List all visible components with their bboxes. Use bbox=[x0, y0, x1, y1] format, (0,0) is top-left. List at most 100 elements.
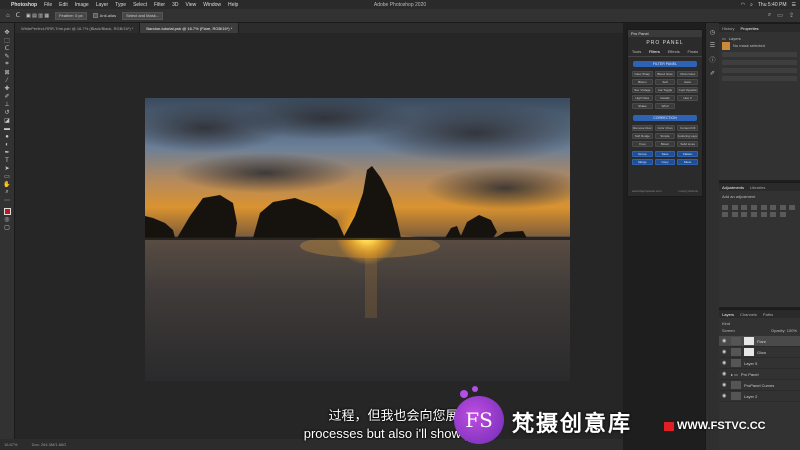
invert-icon[interactable] bbox=[741, 212, 748, 217]
layer-mask-thumb[interactable] bbox=[744, 337, 754, 345]
tab-document-2[interactable]: Bandon-tutorial.psb @ 16.7% (Flare, RGB/… bbox=[140, 23, 240, 33]
feather-field[interactable]: Feather: 0 px bbox=[55, 11, 87, 20]
wifi-icon[interactable]: ◠ bbox=[741, 2, 745, 8]
hand-tool-icon[interactable]: ✋ bbox=[2, 181, 12, 188]
exposure-icon[interactable] bbox=[750, 205, 757, 210]
tab-channels[interactable]: Channels bbox=[740, 312, 757, 317]
tab-properties[interactable]: Properties bbox=[740, 26, 758, 31]
blur-tool-icon[interactable]: ● bbox=[2, 133, 12, 140]
history-brush-icon[interactable]: ↺ bbox=[2, 109, 12, 116]
lasso-tool-icon-2[interactable]: ᑕ bbox=[2, 45, 12, 52]
pp-btn-remove-dust[interactable]: Remove Dust bbox=[632, 125, 653, 131]
menu-window[interactable]: Window bbox=[203, 2, 221, 8]
visibility-eye-icon[interactable]: ◉ bbox=[722, 338, 728, 344]
lasso-tool-icon[interactable]: ᑕ bbox=[16, 12, 20, 19]
menu-3d[interactable]: 3D bbox=[172, 2, 178, 8]
properties-field-1[interactable] bbox=[722, 52, 797, 57]
tab-adjustments[interactable]: Adjustments bbox=[722, 185, 744, 190]
menu-list-icon[interactable]: ☰ bbox=[792, 2, 796, 8]
pp-tab-tools[interactable]: Tools bbox=[632, 49, 641, 54]
tab-paths[interactable]: Paths bbox=[763, 312, 773, 317]
photo-filter-icon[interactable] bbox=[722, 212, 728, 217]
layer-row[interactable]: ◉ Glow bbox=[719, 347, 800, 358]
pp-btn-details[interactable]: Details bbox=[654, 95, 676, 101]
visibility-eye-icon[interactable]: ◉ bbox=[722, 360, 728, 366]
path-select-icon[interactable]: ➤ bbox=[2, 165, 12, 172]
pp-footer-right[interactable]: Luxury Actions bbox=[678, 189, 698, 193]
tab-libraries[interactable]: Libraries bbox=[750, 185, 765, 190]
marquee-tool-icon[interactable]: ⬚ bbox=[2, 37, 12, 44]
anti-alias-checkbox[interactable]: Anti-alias bbox=[92, 13, 116, 18]
tab-document-1[interactable]: WhitePerfect-RRR-Trim.psb @ 16.7% (Black… bbox=[15, 23, 141, 33]
pp-btn-save[interactable]: Save bbox=[654, 151, 676, 157]
type-tool-icon[interactable]: T bbox=[2, 157, 12, 164]
brush-tool-icon[interactable]: ✐ bbox=[2, 93, 12, 100]
color-balance-icon[interactable] bbox=[779, 205, 786, 210]
pp-btn-flatten[interactable]: Flatten bbox=[677, 151, 698, 157]
menu-view[interactable]: View bbox=[186, 2, 197, 8]
visibility-eye-icon[interactable]: ◉ bbox=[722, 349, 728, 355]
levels-icon[interactable] bbox=[731, 205, 738, 210]
layer-mask-thumb[interactable] bbox=[744, 348, 754, 356]
posterize-icon[interactable] bbox=[750, 212, 757, 217]
selective-color-icon[interactable] bbox=[779, 212, 786, 217]
share-icon[interactable]: ⇪ bbox=[789, 12, 794, 19]
brightness-icon[interactable] bbox=[722, 205, 728, 210]
menu-select[interactable]: Select bbox=[133, 2, 147, 8]
properties-field-2[interactable] bbox=[722, 60, 797, 65]
pp-btn-copy[interactable]: Copy bbox=[654, 159, 676, 165]
menu-file[interactable]: File bbox=[44, 2, 52, 8]
eraser-tool-icon[interactable]: ◪ bbox=[2, 117, 12, 124]
shape-tool-icon[interactable]: ▭ bbox=[2, 173, 12, 180]
threshold-icon[interactable] bbox=[760, 212, 767, 217]
pp-btn-shake[interactable]: Shake bbox=[632, 103, 653, 109]
pp-btn-high-pass[interactable]: High Pass bbox=[632, 95, 653, 101]
pp-btn-color-chan[interactable]: Color Chan bbox=[654, 125, 676, 131]
pp-btn-freq[interactable]: Freq bbox=[632, 141, 653, 147]
menu-image[interactable]: Image bbox=[75, 2, 89, 8]
pp-btn-merge[interactable]: Merge bbox=[632, 159, 653, 165]
pp-tab-finals[interactable]: Finals bbox=[687, 49, 698, 54]
home-icon[interactable]: ⌂ bbox=[6, 13, 10, 19]
pp-btn-simple[interactable]: Simple bbox=[654, 133, 676, 139]
quick-select-tool-icon[interactable]: ✎ bbox=[2, 53, 12, 60]
frame-tool-icon[interactable]: ⊠ bbox=[2, 69, 12, 76]
menu-filter[interactable]: Filter bbox=[154, 2, 165, 8]
select-and-mask-button[interactable]: Select and Mask... bbox=[122, 11, 164, 20]
foreground-color-swatch[interactable] bbox=[3, 208, 11, 215]
document-image[interactable] bbox=[145, 98, 570, 381]
menu-layer[interactable]: Layer bbox=[96, 2, 109, 8]
opacity-field[interactable]: Opacity: 100% bbox=[771, 328, 797, 333]
quick-mask-icon[interactable]: ◎ bbox=[2, 216, 12, 223]
pp-btn-move[interactable]: Move bbox=[677, 159, 698, 165]
pp-btn-haze[interactable]: Haze bbox=[677, 79, 698, 85]
move-tool-icon[interactable]: ✥ bbox=[2, 29, 12, 36]
properties-field-3[interactable] bbox=[722, 68, 797, 73]
pp-btn-soft[interactable]: Soft bbox=[654, 79, 676, 85]
search-icon-options[interactable]: ⌕ bbox=[768, 12, 771, 19]
screen-mode-icon[interactable]: ▢ bbox=[2, 224, 12, 231]
channel-mixer-icon[interactable] bbox=[731, 212, 738, 217]
pp-btn-wind[interactable]: Wind bbox=[654, 103, 676, 109]
search-icon[interactable]: ⌕ bbox=[750, 2, 753, 8]
pp-btn-cool-vignette[interactable]: Cool Vignette bbox=[677, 87, 698, 93]
pp-btn-reducing-layer[interactable]: Reducing Layer bbox=[677, 133, 698, 139]
layer-group-row[interactable]: ◉ ▸ ▭ Pro Panel bbox=[719, 369, 800, 380]
history-icon[interactable]: ◷ bbox=[710, 29, 715, 36]
gradient-map-icon[interactable] bbox=[770, 212, 777, 217]
selection-mode-icons[interactable]: ▣ ▤ ▥ ▦ bbox=[26, 13, 49, 19]
properties-icon[interactable]: ☰ bbox=[710, 42, 715, 49]
tab-history[interactable]: History bbox=[722, 26, 734, 31]
pp-footer-url[interactable]: www.thepropanel.com bbox=[632, 189, 662, 193]
hue-sat-icon[interactable] bbox=[770, 205, 777, 210]
zoom-tool-icon[interactable]: ⌕ bbox=[2, 189, 12, 196]
more-tools-icon[interactable]: ⋯ bbox=[2, 197, 12, 204]
eyedropper-tool-icon[interactable]: ⁄ bbox=[2, 77, 12, 84]
vibrance-icon[interactable] bbox=[760, 205, 767, 210]
clone-stamp-icon[interactable]: ⊥ bbox=[2, 101, 12, 108]
pp-btn-bloom[interactable]: Bloom bbox=[632, 79, 653, 85]
app-menu[interactable]: Photoshop bbox=[11, 2, 37, 8]
pp-btn-ortan-glow[interactable]: Ortan Glow bbox=[677, 71, 698, 77]
blend-mode-select[interactable]: Screen bbox=[722, 328, 735, 333]
pp-btn-blend-glow[interactable]: Blend Glow bbox=[654, 71, 676, 77]
